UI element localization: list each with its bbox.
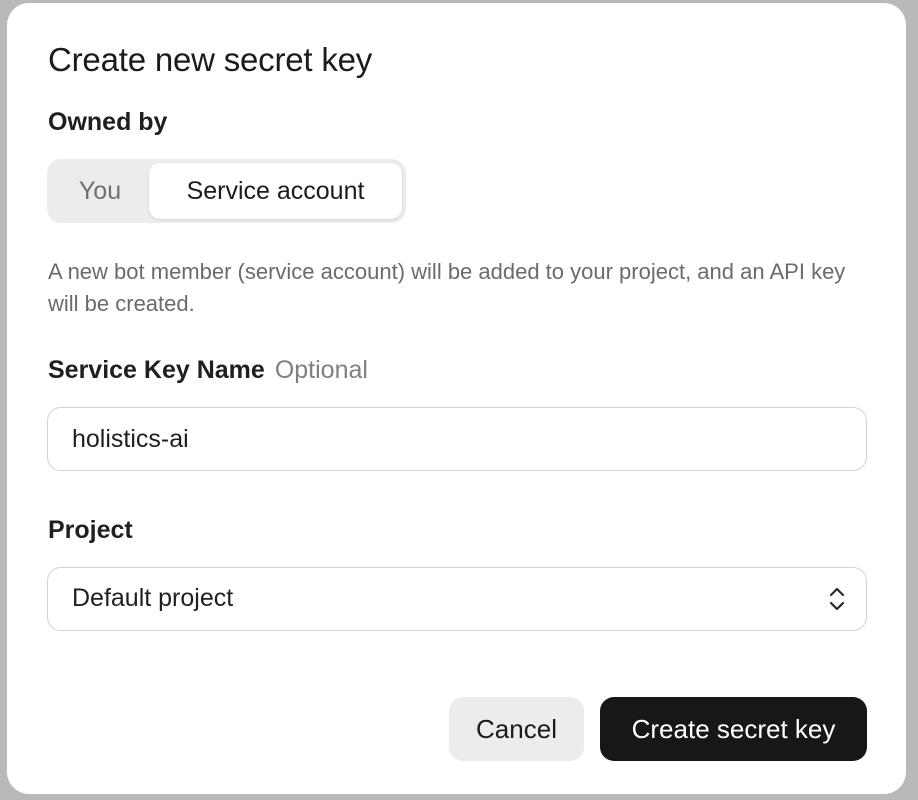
create-secret-key-button[interactable]: Create secret key (600, 697, 867, 761)
service-key-name-label: Service Key Name Optional (48, 356, 368, 385)
project-label: Project (48, 516, 133, 544)
owned-by-option-you[interactable]: You (51, 163, 149, 219)
owned-by-label: Owned by (48, 108, 168, 136)
owned-by-segmented-control: You Service account (47, 159, 406, 223)
chevron-up-down-icon (829, 587, 845, 611)
project-select-value: Default project (72, 584, 234, 612)
service-key-name-input[interactable] (47, 407, 867, 471)
project-select[interactable]: Default project (47, 567, 867, 631)
owned-by-option-service-account[interactable]: Service account (149, 163, 402, 219)
optional-hint: Optional (274, 356, 368, 384)
service-key-name-label-text: Service Key Name (48, 356, 265, 384)
create-secret-key-dialog: Create new secret key Owned by You Servi… (7, 3, 906, 794)
service-account-description: A new bot member (service account) will … (48, 259, 846, 316)
dialog-title: Create new secret key (48, 41, 373, 78)
cancel-button[interactable]: Cancel (449, 697, 584, 761)
